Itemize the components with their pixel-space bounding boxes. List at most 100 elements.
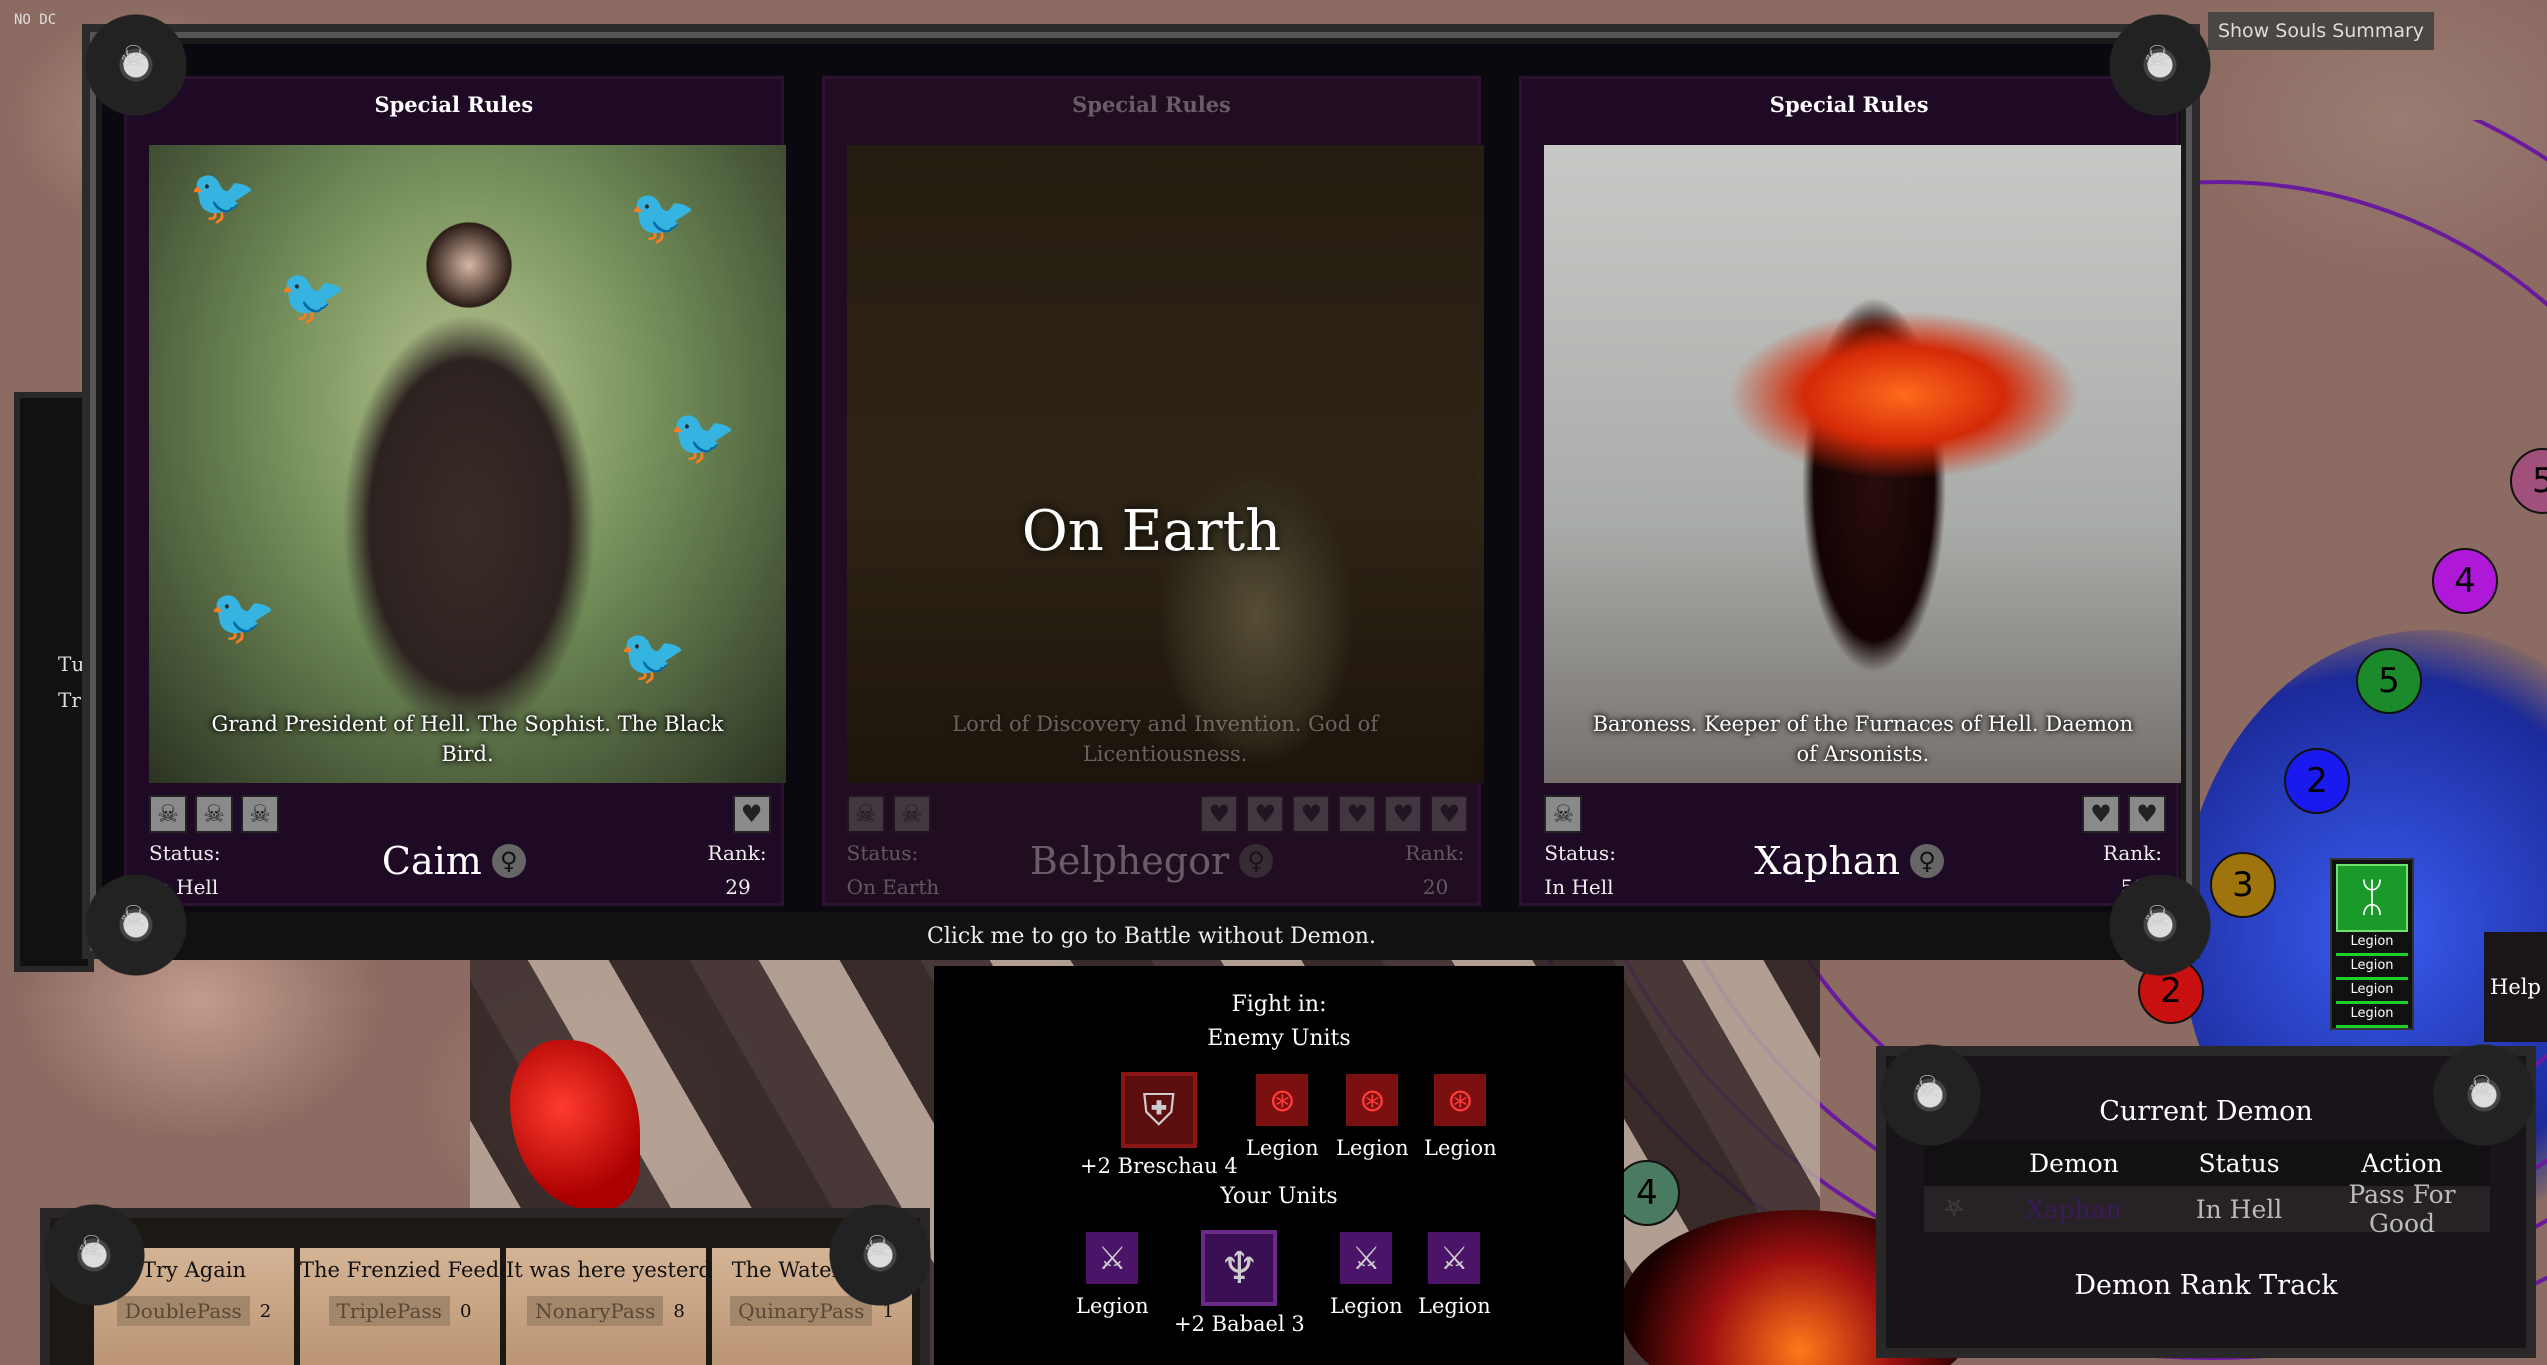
heart-icon: ♥ — [1246, 795, 1285, 833]
enemy-unit[interactable]: ⊛ Legion — [1246, 1074, 1319, 1160]
goal-title: It was here yesterday — [506, 1258, 737, 1282]
table-row[interactable]: ⛧ Xaphan In Hell Pass For Good — [1924, 1180, 2490, 1238]
current-demon-table: Demon Status Action ⛧ Xaphan In Hell Pas… — [1924, 1140, 2490, 1238]
unit-label: Legion — [1424, 1136, 1497, 1160]
row-demon: Xaphan — [2026, 1194, 2122, 1224]
help-button[interactable]: Help — [2484, 932, 2547, 1042]
demon-name: Xaphan ♀ — [1522, 839, 2176, 883]
heart-icons: ♥ — [732, 795, 771, 833]
skull-icons: ☠ — [1544, 795, 1583, 833]
legion-label: Legion — [2336, 932, 2408, 956]
card-footer: ☠ ☠ ☠ ♥ Status: In Hell Caim ♀ Rank: 29 — [127, 783, 781, 909]
goal-pass: TriplePass — [328, 1296, 450, 1326]
track-circle[interactable]: 2 — [2284, 748, 2350, 814]
track-circle[interactable]: 4 — [2432, 548, 2498, 614]
demon-name-text: Belphegor — [1029, 839, 1230, 883]
special-rules-button[interactable]: Special Rules — [127, 79, 781, 129]
demon-name: Caim ♀ — [127, 839, 781, 883]
green-rune-icon: ᛯ — [2336, 864, 2408, 932]
rank-label: Rank: — [2102, 841, 2163, 865]
your-unit[interactable]: ⚔ Legion — [1076, 1232, 1149, 1318]
side-panel-text: Tu — [58, 652, 85, 676]
venus-icon: ♀ — [491, 844, 526, 878]
battle-without-demon-button[interactable]: Click me to go to Battle without Demon. — [124, 912, 2179, 960]
raven-icon: 🐦 — [209, 585, 277, 648]
fight-panel: Fight in: Enemy Units ⛨ +2 Breschau 4 ⊛ … — [934, 966, 1624, 1365]
enemy-unit[interactable]: ⛨ +2 Breschau 4 — [1080, 1072, 1238, 1178]
demon-card-caim[interactable]: Special Rules 🐦 🐦 🐦 🐦 🐦 🐦 Grand Presiden… — [124, 76, 786, 909]
header-status: Status — [2198, 1148, 2280, 1178]
header-demon: Demon — [2029, 1148, 2119, 1178]
enemy-unit[interactable]: ⊛ Legion — [1336, 1074, 1409, 1160]
unit-label: Legion — [1418, 1294, 1491, 1318]
skull-frame-corner — [76, 10, 196, 120]
demon-card-xaphan[interactable]: Special Rules Baroness. Keeper of the Fu… — [1519, 76, 2182, 909]
header-action: Action — [2361, 1148, 2443, 1178]
goal-pass: NonaryPass — [527, 1296, 664, 1326]
rank-value: 20 — [1422, 875, 1449, 899]
demon-card-belphegor: Special Rules On Earth Lord of Discovery… — [821, 76, 1484, 909]
legion-stack[interactable]: ᛯ Legion Legion Legion Legion — [2330, 858, 2414, 1030]
your-unit[interactable]: ♆ +2 Babael 3 — [1174, 1230, 1305, 1336]
on-earth-overlay: On Earth — [1021, 499, 1282, 564]
demon-cards: Special Rules 🐦 🐦 🐦 🐦 🐦 🐦 Grand Presiden… — [124, 76, 2182, 909]
red-sigil-icon: ⊛ — [1434, 1074, 1487, 1126]
enemy-unit[interactable]: ⊛ Legion — [1424, 1074, 1497, 1160]
skull-icon: ☠ — [892, 795, 931, 833]
unit-label: Legion — [1076, 1294, 1149, 1318]
pentagram-icon: ⛧ — [1943, 1194, 1964, 1223]
heart-icon: ♥ — [2128, 795, 2167, 833]
skull-icons: ☠ ☠ ☠ — [149, 795, 279, 833]
skull-icon: ☠ — [846, 795, 885, 833]
pass-for-good-action[interactable]: Pass For Good — [2314, 1180, 2490, 1238]
heart-icon: ♥ — [1430, 795, 1469, 833]
skull-frame-corner — [2100, 870, 2220, 980]
shield-crest-icon: ⛨ — [1120, 1072, 1197, 1148]
demon-portrait — [1544, 145, 2182, 783]
demon-name-text: Caim — [381, 839, 482, 883]
unit-label: Legion — [1330, 1294, 1403, 1318]
unit-label: +2 Babael 3 — [1174, 1312, 1305, 1336]
demon-rank-track-button[interactable]: Demon Rank Track — [1886, 1270, 2526, 1301]
demon-description: Grand President of Hell. The Sophist. Th… — [211, 712, 724, 766]
fight-in-label: Fight in: — [1231, 992, 1327, 1017]
heart-icon: ♥ — [1292, 795, 1331, 833]
raven-icon: 🐦 — [189, 165, 257, 228]
legion-label: Legion — [2336, 956, 2408, 980]
your-units-title: Your Units — [1220, 1184, 1338, 1209]
skull-icons: ☠ ☠ — [846, 795, 931, 833]
goal-count: 2 — [259, 1300, 272, 1322]
goal-card[interactable]: It was here yesterday NonaryPass 8 — [506, 1248, 737, 1365]
rank-value: 29 — [725, 875, 751, 899]
demon-description: Lord of Discovery and Invention. God of … — [952, 712, 1379, 766]
card-footer: ☠ ☠ ♥ ♥ ♥ ♥ ♥ ♥ Status: On Earth Belpheg… — [825, 783, 1479, 909]
crossed-swords-icon: ⚔ — [1340, 1232, 1393, 1284]
card-footer: ☠ ♥ ♥ Status: In Hell Xaphan ♀ Rank: 59 — [1522, 783, 2176, 909]
goals-panel: Try Again DoublePass 2 The Frenzied Feed… — [40, 1208, 930, 1365]
demon-description: Baroness. Keeper of the Furnaces of Hell… — [1592, 712, 2134, 766]
skull-icon: ☠ — [1544, 795, 1583, 833]
demon-select-dialog: Special Rules 🐦 🐦 🐦 🐦 🐦 🐦 Grand Presiden… — [82, 24, 2200, 960]
raven-icon: 🐦 — [619, 625, 687, 688]
skull-icon: ☠ — [241, 795, 279, 833]
heart-icons: ♥ ♥ — [2082, 795, 2167, 833]
skull-frame-corner — [34, 1200, 154, 1310]
legion-label: Legion — [2336, 980, 2408, 1004]
raven-icon: 🐦 — [629, 185, 697, 248]
skull-icon: ☠ — [149, 795, 187, 833]
unit-label: +2 Breschau 4 — [1080, 1154, 1238, 1178]
your-unit[interactable]: ⚔ Legion — [1330, 1232, 1403, 1318]
your-unit[interactable]: ⚔ Legion — [1418, 1232, 1491, 1318]
special-rules-button[interactable]: Special Rules — [825, 79, 1479, 129]
unit-label: Legion — [1246, 1136, 1319, 1160]
goal-count: 0 — [459, 1300, 472, 1322]
heart-icon: ♥ — [2082, 795, 2121, 833]
track-circle[interactable]: 5 — [2356, 648, 2422, 714]
show-souls-summary-button[interactable]: Show Souls Summary — [2208, 12, 2434, 50]
legion-label: Legion — [2336, 1004, 2408, 1028]
goal-card[interactable]: The Frenzied Feeder TriplePass 0 — [300, 1248, 522, 1365]
heart-icon: ♥ — [1384, 795, 1423, 833]
special-rules-button[interactable]: Special Rules — [1522, 79, 2176, 129]
red-sigil-icon: ⊛ — [1346, 1074, 1399, 1126]
goal-count: 8 — [673, 1300, 685, 1322]
